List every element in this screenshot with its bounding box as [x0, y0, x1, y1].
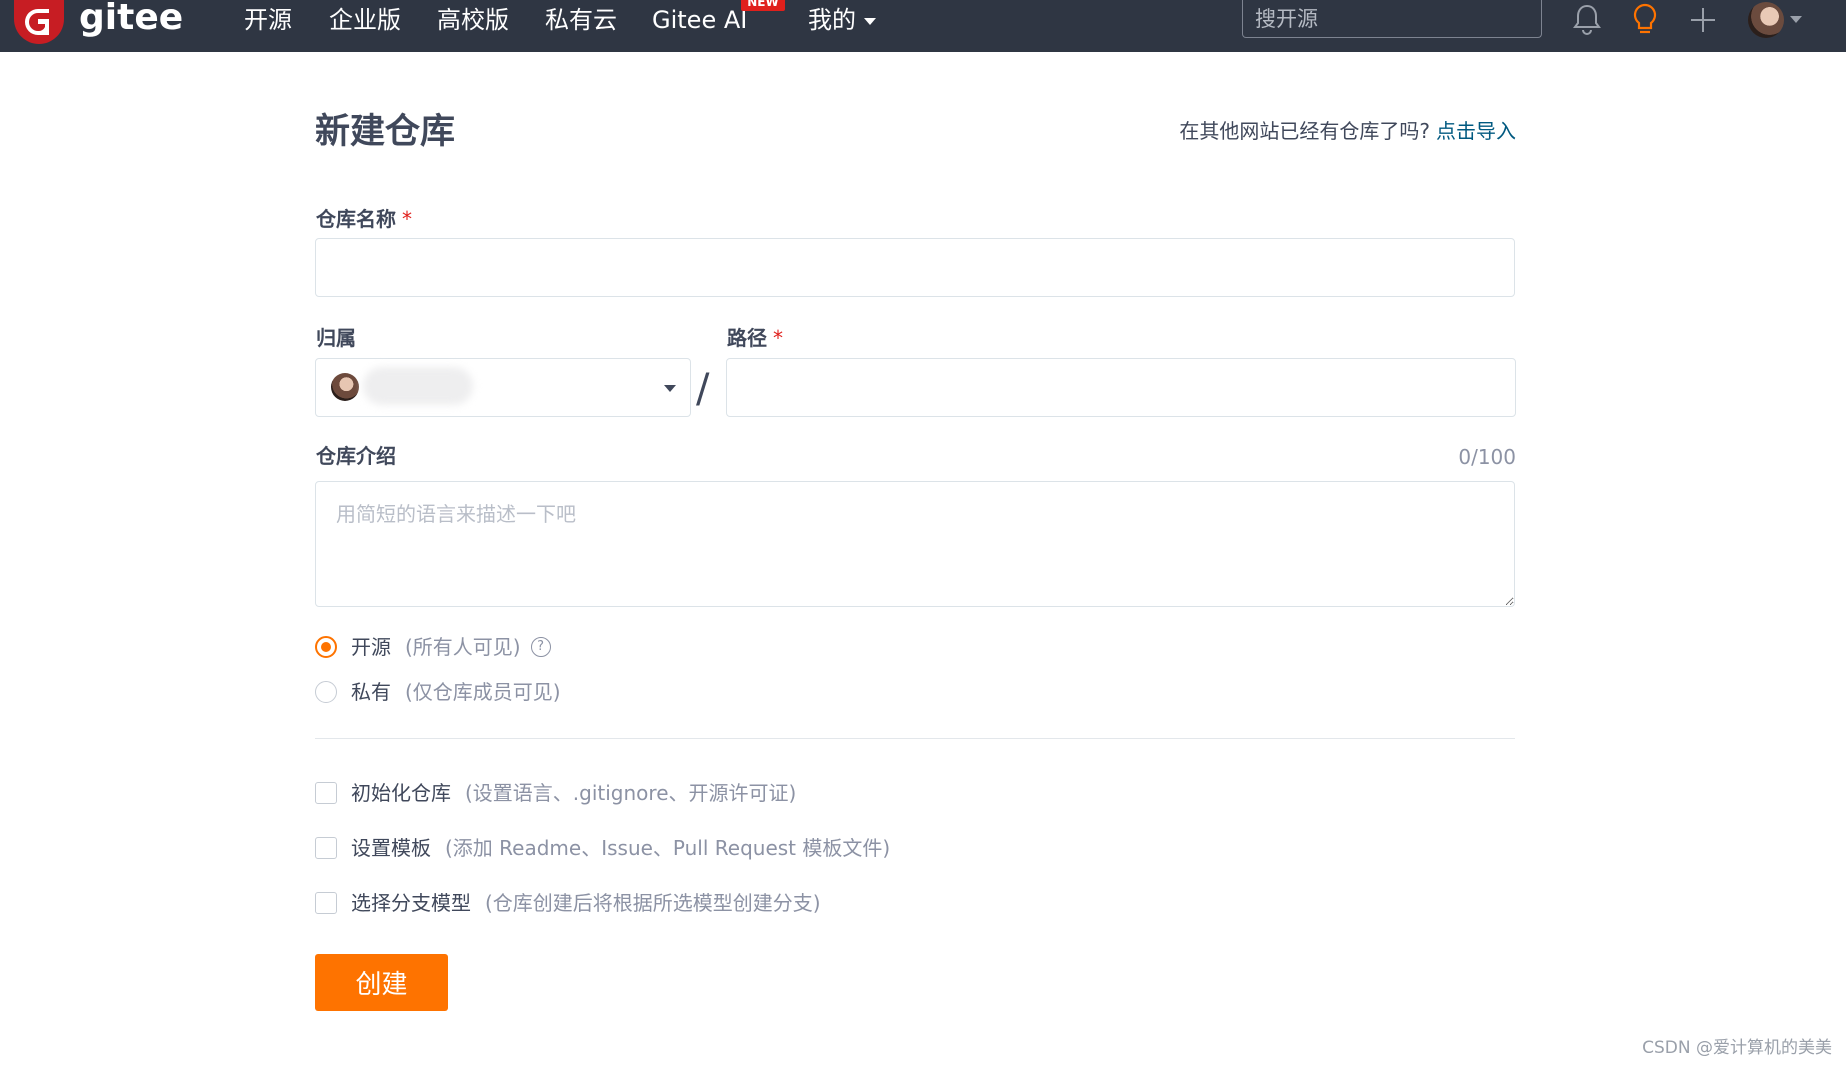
checkbox-init-repo[interactable] [315, 782, 337, 804]
required-mark: * [773, 326, 783, 350]
description-textarea[interactable] [315, 481, 1515, 607]
nav-item-opensource[interactable]: 开源 [244, 5, 292, 35]
visibility-public-hint: (所有人可见) [405, 635, 521, 659]
import-link[interactable]: 点击导入 [1436, 119, 1516, 143]
plus-icon[interactable] [1689, 6, 1717, 34]
nav-item-mine-label: 我的 [808, 6, 856, 34]
radio-public[interactable] [315, 636, 337, 658]
repo-name-input[interactable] [315, 238, 1515, 297]
nav-item-education[interactable]: 高校版 [437, 5, 509, 35]
init-repo-hint: (设置语言、.gitignore、开源许可证) [465, 781, 797, 805]
description-label: 仓库介绍 [316, 444, 396, 468]
path-separator: / [696, 366, 710, 412]
template-hint: (添加 Readme、Issue、Pull Request 模板文件) [445, 836, 891, 860]
logo-text[interactable]: gitee [79, 0, 183, 40]
avatar-chevron-down-icon[interactable] [1790, 16, 1802, 23]
init-repo-label: 初始化仓库 [351, 781, 451, 805]
chevron-down-icon [664, 385, 676, 392]
user-avatar[interactable] [1748, 2, 1784, 38]
repo-name-label-text: 仓库名称 [316, 207, 396, 231]
nav-item-private-cloud[interactable]: 私有云 [545, 5, 617, 35]
path-label-text: 路径 [727, 326, 767, 350]
chevron-down-icon [864, 17, 876, 25]
search-input[interactable] [1242, 0, 1542, 38]
create-button[interactable]: 创建 [315, 954, 448, 1011]
radio-private[interactable] [315, 681, 337, 703]
logo-g-glyph [25, 9, 49, 35]
owner-select[interactable] [315, 358, 691, 417]
required-mark: * [402, 207, 412, 231]
watermark: CSDN @爱计算机的美美 [1642, 1038, 1832, 1058]
branch-model-label: 选择分支模型 [351, 891, 471, 915]
option-init-repo[interactable]: 初始化仓库 (设置语言、.gitignore、开源许可证) [315, 778, 796, 808]
template-label: 设置模板 [351, 836, 431, 860]
help-icon[interactable]: ? [530, 637, 551, 657]
nav-item-mine[interactable]: 我的 [808, 5, 876, 35]
bell-icon[interactable] [1572, 2, 1602, 36]
description-counter: 0/100 [1458, 445, 1516, 469]
checkbox-template[interactable] [315, 837, 337, 859]
owner-label: 归属 [316, 326, 356, 350]
checkbox-branch-model[interactable] [315, 892, 337, 914]
owner-avatar [331, 373, 359, 401]
visibility-option-public[interactable]: 开源 (所有人可见) ? [315, 632, 551, 662]
visibility-private-label: 私有 [351, 680, 391, 704]
path-input[interactable] [726, 358, 1516, 417]
visibility-option-private[interactable]: 私有 (仅仓库成员可见) [315, 677, 561, 707]
option-template[interactable]: 设置模板 (添加 Readme、Issue、Pull Request 模板文件) [315, 833, 890, 863]
top-navbar: gitee 开源 企业版 高校版 私有云 Gitee AI NEW 我的 [0, 0, 1846, 52]
option-branch-model[interactable]: 选择分支模型 (仓库创建后将根据所选模型创建分支) [315, 888, 821, 918]
visibility-public-label: 开源 [351, 635, 391, 659]
branch-model-hint: (仓库创建后将根据所选模型创建分支) [485, 891, 821, 915]
visibility-private-hint: (仅仓库成员可见) [405, 680, 561, 704]
path-label: 路径 * [727, 324, 783, 352]
owner-name-redacted [363, 367, 473, 405]
lightbulb-icon[interactable] [1630, 2, 1660, 38]
import-prompt: 在其他网站已经有仓库了吗? 点击导入 [1179, 116, 1516, 146]
nav-item-enterprise[interactable]: 企业版 [329, 5, 401, 35]
divider [315, 738, 1515, 739]
gitee-logo-icon[interactable] [14, 0, 64, 44]
repo-name-label: 仓库名称 * [316, 205, 412, 233]
page-title: 新建仓库 [315, 112, 456, 152]
nav-item-gitee-ai[interactable]: Gitee AI [652, 5, 747, 35]
new-badge: NEW [741, 0, 785, 11]
import-prompt-text: 在其他网站已经有仓库了吗? [1179, 119, 1430, 143]
